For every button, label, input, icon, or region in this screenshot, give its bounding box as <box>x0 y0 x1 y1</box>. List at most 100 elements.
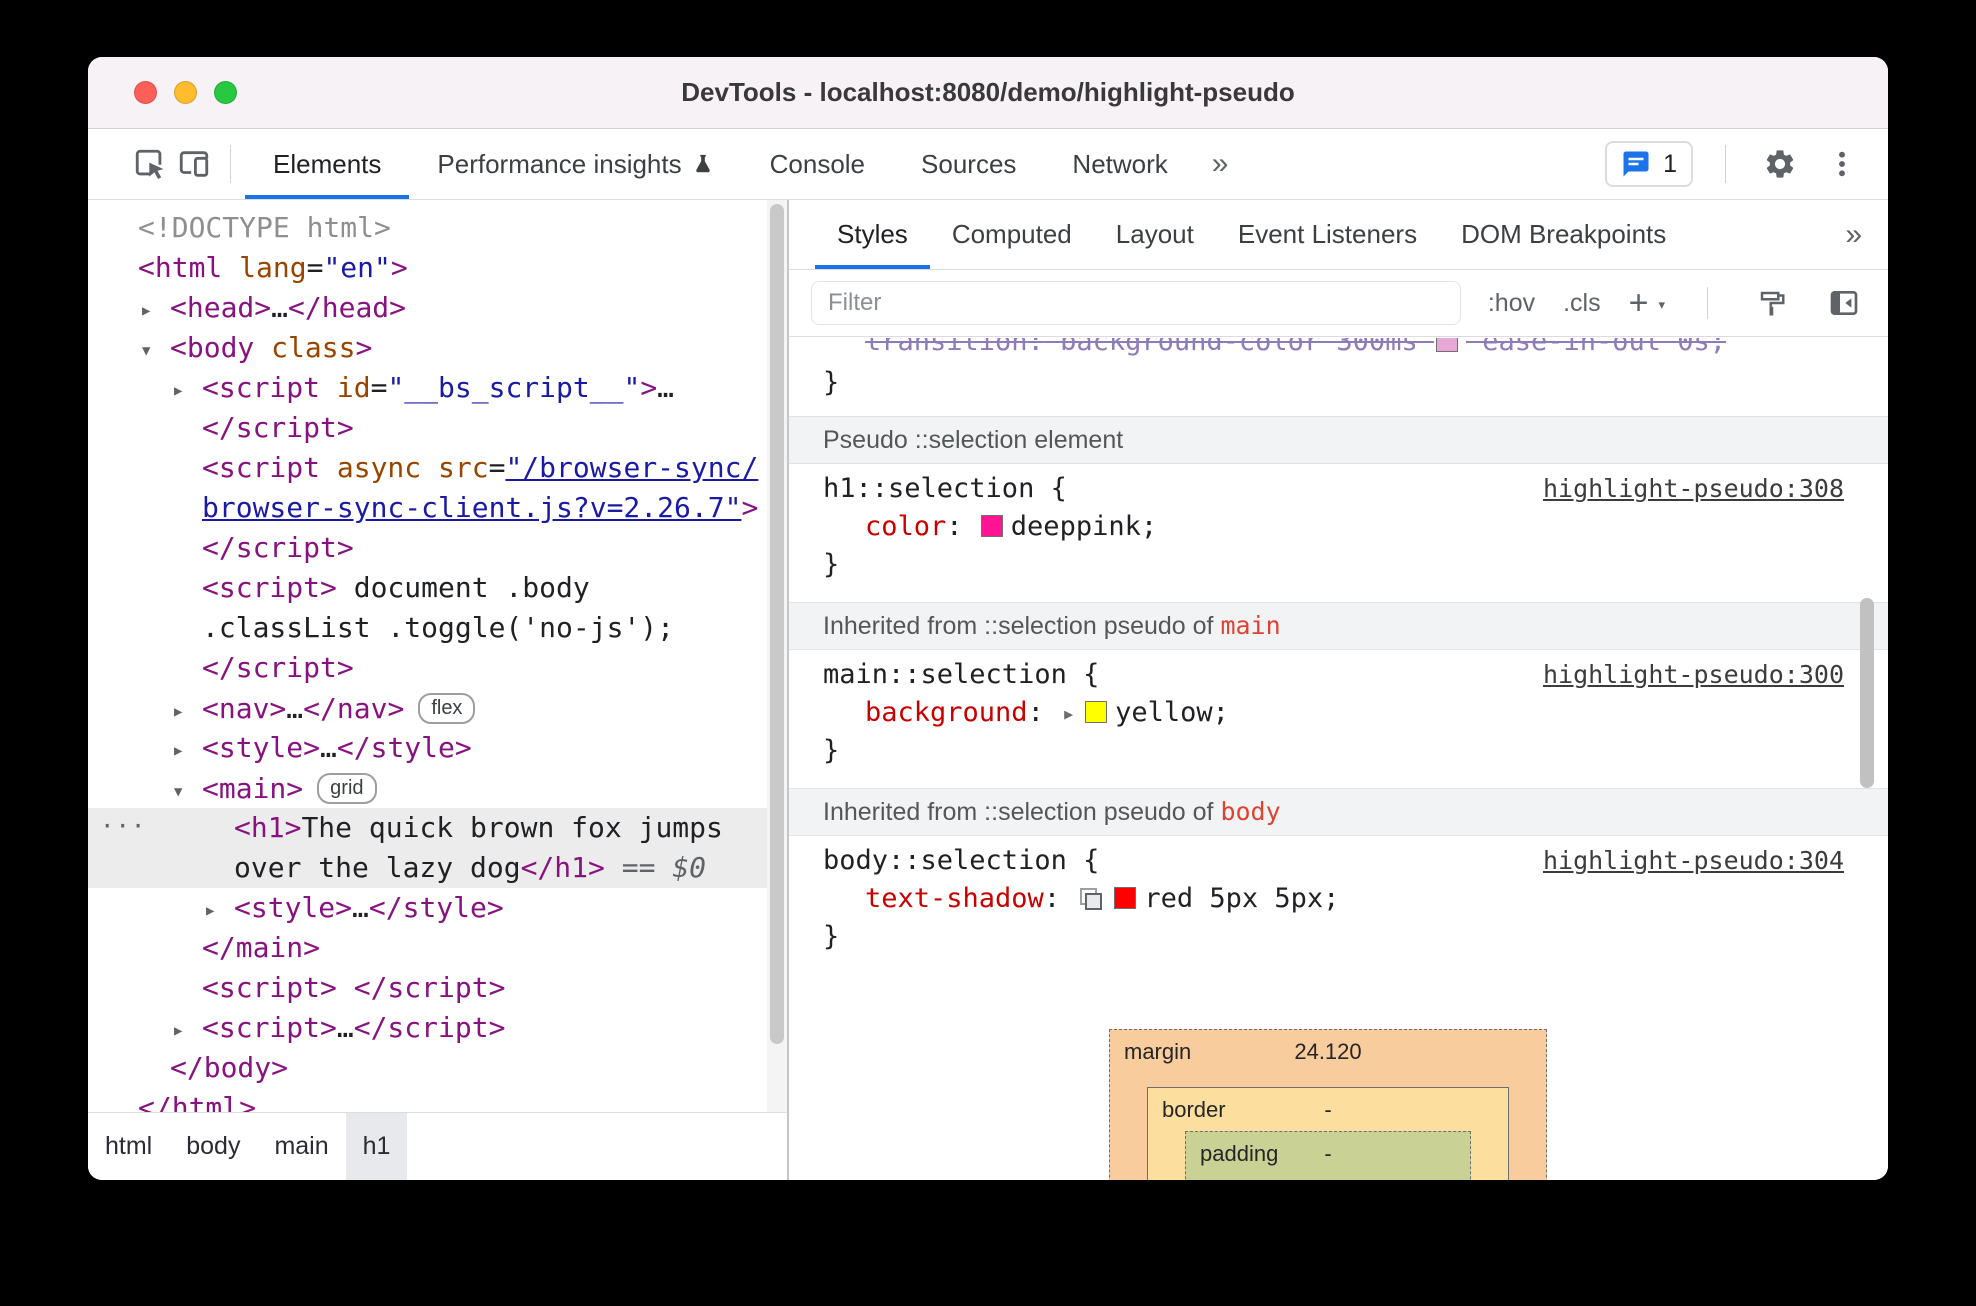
source-link[interactable]: highlight-pseudo:300 <box>1543 656 1844 694</box>
property-value[interactable]: deeppink; <box>1011 511 1157 542</box>
expand-arrow-icon[interactable]: ▼ <box>142 331 170 371</box>
property-value[interactable]: yellow; <box>1115 697 1229 728</box>
kebab-menu-icon[interactable] <box>1820 142 1864 186</box>
tree-row[interactable]: </html> <box>88 1088 787 1112</box>
tab-elements[interactable]: Elements <box>245 129 410 199</box>
node-menu-icon[interactable]: ··· <box>100 806 146 846</box>
property-name[interactable]: color <box>865 511 946 542</box>
tree-row[interactable]: ▼ <body class> <box>88 328 787 368</box>
tab-console[interactable]: Console <box>742 129 893 199</box>
rule-selector[interactable]: h1::selection <box>823 473 1034 504</box>
color-swatch[interactable] <box>980 515 1003 537</box>
tree-row[interactable]: </script> <box>88 408 787 448</box>
tab-performance-insights[interactable]: Performance insights <box>409 129 741 199</box>
box-model-padding[interactable]: padding - <box>1185 1131 1471 1180</box>
expand-arrow-icon[interactable]: ▶ <box>174 692 202 732</box>
device-toolbar-icon[interactable] <box>172 142 216 186</box>
padding-value[interactable]: - <box>1186 1141 1470 1167</box>
source-link[interactable]: highlight-pseudo:304 <box>1543 842 1844 880</box>
tree-row[interactable]: <script> document .body <box>88 568 787 608</box>
zoom-button[interactable] <box>214 81 237 104</box>
grid-badge[interactable]: grid <box>317 773 377 804</box>
margin-value[interactable]: 24.120 <box>1110 1039 1546 1065</box>
tree-row[interactable]: ▶ <style>…</style> <box>88 888 787 928</box>
tab-network[interactable]: Network <box>1044 129 1195 199</box>
tree-row[interactable]: <!DOCTYPE html> <box>88 208 787 248</box>
tree-row[interactable]: </script> <box>88 648 787 688</box>
expand-arrow-icon[interactable]: ▼ <box>174 772 202 812</box>
more-sidebar-tabs-button[interactable]: » <box>1829 200 1878 269</box>
tree-row[interactable]: <script async src="/browser-sync/ <box>88 448 787 488</box>
property-name[interactable]: text-shadow <box>865 883 1044 914</box>
breadcrumb-item-h1[interactable]: h1 <box>345 1113 408 1180</box>
box-model-border[interactable]: border - padding - <box>1147 1087 1509 1180</box>
breadcrumb-item-html[interactable]: html <box>88 1113 169 1180</box>
flex-badge[interactable]: flex <box>418 693 476 724</box>
element-classes-button[interactable]: .cls <box>1563 289 1601 318</box>
tree-row[interactable]: <script> </script> <box>88 968 787 1008</box>
property-value[interactable]: red 5px 5px; <box>1144 883 1339 914</box>
close-button[interactable] <box>134 81 157 104</box>
styles-scrollbar-thumb[interactable] <box>1860 598 1874 788</box>
source-link[interactable]: highlight-pseudo:308 <box>1543 470 1844 508</box>
breadcrumb-item-body[interactable]: body <box>169 1113 257 1180</box>
styles-filter-input[interactable] <box>811 281 1461 325</box>
expand-arrow-icon[interactable]: ▶ <box>174 371 202 411</box>
property-name[interactable]: background <box>865 697 1028 728</box>
tab-sources[interactable]: Sources <box>893 129 1044 199</box>
declaration-row[interactable]: text-shadow: red 5px 5px; <box>789 880 1888 918</box>
elements-scrollbar-thumb[interactable] <box>770 204 784 1044</box>
tree-row[interactable]: over the lazy dog</h1> == $0 <box>88 848 787 888</box>
expand-arrow-icon[interactable]: ▶ <box>206 891 234 931</box>
paint-roller-icon[interactable] <box>1750 281 1794 325</box>
declaration-row[interactable]: color: deeppink; <box>789 508 1888 546</box>
tree-row[interactable]: </script> <box>88 528 787 568</box>
sidebar-tab-computed[interactable]: Computed <box>930 200 1094 269</box>
styles-section-header: Inherited from ::selection pseudo of mai… <box>789 602 1888 650</box>
tree-row[interactable]: ▶ <head>…</head> <box>88 288 787 328</box>
color-swatch[interactable] <box>1435 338 1458 352</box>
elements-scrollbar[interactable] <box>767 200 787 1112</box>
tree-row[interactable]: ▶ <style>…</style> <box>88 728 787 768</box>
border-value[interactable]: - <box>1148 1097 1508 1123</box>
toggle-element-state-button[interactable]: :hov <box>1488 289 1535 318</box>
tree-row[interactable]: <html lang="en"> <box>88 248 787 288</box>
rule-selector[interactable]: body::selection <box>823 845 1067 876</box>
code-token: … <box>657 371 675 404</box>
sidebar-tab-layout[interactable]: Layout <box>1094 200 1216 269</box>
sidebar-tab-dom-breakpoints[interactable]: DOM Breakpoints <box>1439 200 1688 269</box>
more-panels-button[interactable]: » <box>1196 147 1245 181</box>
box-model-margin[interactable]: margin 24.120 border - padding - <box>1109 1029 1547 1180</box>
inspect-element-icon[interactable] <box>128 142 172 186</box>
sidebar-tab-event-listeners[interactable]: Event Listeners <box>1216 200 1439 269</box>
tree-row[interactable]: ▶ <script id="__bs_script__">… <box>88 368 787 408</box>
declaration-row[interactable]: background: ▶ yellow; <box>789 694 1888 732</box>
tree-row[interactable]: ▶ <script>…</script> <box>88 1008 787 1048</box>
code-token[interactable]: "/browser-sync/ <box>505 451 758 484</box>
shadow-editor-icon[interactable] <box>1080 888 1103 910</box>
inherited-node-link[interactable]: main <box>1220 611 1280 640</box>
color-swatch[interactable] <box>1114 887 1137 909</box>
color-swatch[interactable] <box>1085 701 1108 723</box>
settings-gear-icon[interactable] <box>1758 142 1802 186</box>
rule-selector[interactable]: main::selection <box>823 659 1067 690</box>
minimize-button[interactable] <box>174 81 197 104</box>
new-style-rule-button[interactable]: + <box>1629 286 1649 320</box>
sidebar-tab-styles[interactable]: Styles <box>815 200 930 269</box>
tree-row[interactable]: ··· <h1>The quick brown fox jumps <box>88 808 787 848</box>
tree-row[interactable]: browser-sync-client.js?v=2.26.7"> <box>88 488 787 528</box>
breadcrumb-item-main[interactable]: main <box>257 1113 345 1180</box>
tree-row[interactable]: .classList .toggle('no-js'); <box>88 608 787 648</box>
tree-row[interactable]: </main> <box>88 928 787 968</box>
expand-value-icon[interactable]: ▶ <box>1064 705 1073 723</box>
expand-arrow-icon[interactable]: ▶ <box>174 731 202 771</box>
tree-row[interactable]: ▶ <nav>…</nav> flex <box>88 688 787 728</box>
code-token[interactable]: browser-sync-client.js?v=2.26.7" <box>202 491 741 524</box>
tree-row[interactable]: ▼ <main> grid <box>88 768 787 808</box>
collapse-sidebar-icon[interactable] <box>1822 281 1866 325</box>
expand-arrow-icon[interactable]: ▶ <box>174 1011 202 1051</box>
issues-counter-button[interactable]: 1 <box>1605 141 1693 187</box>
inherited-node-link[interactable]: body <box>1220 797 1280 826</box>
tree-row[interactable]: </body> <box>88 1048 787 1088</box>
expand-arrow-icon[interactable]: ▶ <box>142 291 170 331</box>
